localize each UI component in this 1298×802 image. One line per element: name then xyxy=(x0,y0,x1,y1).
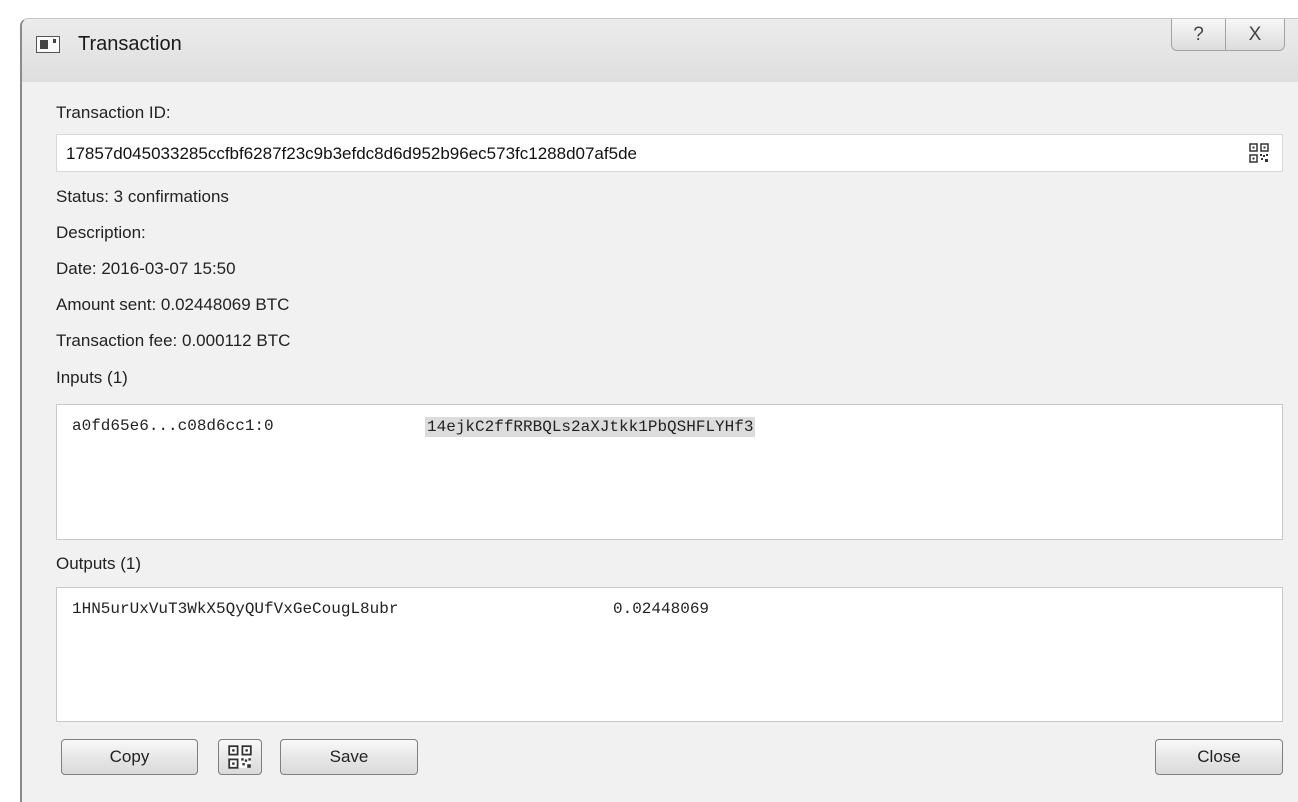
status-text: Status: 3 confirmations xyxy=(56,187,229,206)
inputs-label: Inputs (1) xyxy=(56,368,128,387)
inputs-list[interactable]: a0fd65e6...c08d6cc1:0 14ejkC2ffRRBQLs2aX… xyxy=(56,404,1283,540)
close-button[interactable]: Close xyxy=(1155,739,1283,775)
input-address[interactable]: 14ejkC2ffRRBQLs2aXJtkk1PbQSHFLYHf3 xyxy=(425,417,756,437)
transaction-id-value[interactable]: 17857d045033285ccfbf6287f23c9b3efdc8d6d9… xyxy=(66,144,637,164)
date-text: Date: 2016-03-07 15:50 xyxy=(56,259,236,278)
window-icon xyxy=(36,36,60,53)
outputs-label: Outputs (1) xyxy=(56,554,142,573)
help-button[interactable]: ? xyxy=(1171,19,1226,51)
transaction-fee-text: Transaction fee: 0.000112 BTC xyxy=(56,331,291,350)
close-icon: X xyxy=(1248,23,1262,45)
amount-sent-text: Amount sent: 0.02448069 BTC xyxy=(56,295,290,314)
copy-button[interactable]: Copy xyxy=(61,739,198,775)
title-bar: Transaction ? X xyxy=(22,19,1298,82)
transaction-id-label: Transaction ID: xyxy=(56,103,171,122)
output-amount[interactable]: 0.02448069 xyxy=(613,600,709,618)
close-window-button[interactable]: X xyxy=(1225,19,1285,51)
question-mark-icon: ? xyxy=(1193,23,1204,45)
input-prevout[interactable]: a0fd65e6...c08d6cc1:0 xyxy=(72,417,274,435)
description-text: Description: xyxy=(56,223,146,242)
save-button[interactable]: Save xyxy=(280,739,418,775)
qr-code-icon xyxy=(228,745,252,769)
qr-code-button[interactable] xyxy=(218,739,262,775)
window-title: Transaction xyxy=(78,33,182,55)
outputs-list[interactable]: 1HN5urUxVuT3WkX5QyQUfVxGeCougL8ubr 0.024… xyxy=(56,587,1283,722)
qr-code-icon[interactable] xyxy=(1249,143,1269,163)
output-address[interactable]: 1HN5urUxVuT3WkX5QyQUfVxGeCougL8ubr xyxy=(72,600,398,618)
transaction-dialog: Transaction ? X Transaction ID: 17857d04… xyxy=(20,18,1298,802)
transaction-id-field[interactable]: 17857d045033285ccfbf6287f23c9b3efdc8d6d9… xyxy=(56,134,1283,172)
